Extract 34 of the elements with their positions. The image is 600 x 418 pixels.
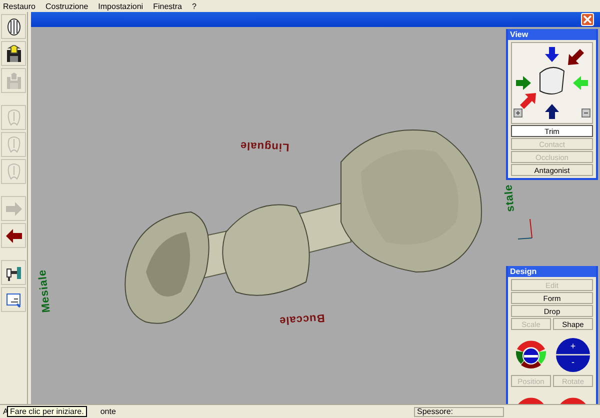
floppy-disk-icon	[6, 44, 22, 62]
floppy-disk-icon	[6, 72, 22, 90]
panel-title: Design	[508, 266, 596, 277]
menu-item[interactable]: Finestra	[153, 2, 182, 10]
tooth-icon	[6, 136, 22, 154]
toolbar-button[interactable]	[1, 287, 26, 312]
tooth-icon	[6, 162, 22, 180]
tooth-icon	[6, 108, 22, 126]
close-button[interactable]	[581, 13, 594, 26]
menu-item[interactable]: ?	[192, 2, 196, 10]
arrow-left-icon	[4, 228, 22, 242]
toolbar-button[interactable]	[1, 14, 26, 39]
close-icon	[583, 15, 592, 24]
orientation-label: Mesiale	[36, 268, 53, 314]
axes-icon	[516, 217, 534, 241]
toolbar-button[interactable]	[1, 260, 26, 285]
toolbar-button[interactable]	[1, 223, 26, 248]
status-text: onte	[100, 407, 116, 416]
document-icon	[6, 292, 22, 308]
menu-item[interactable]: Impostazioni	[98, 2, 144, 10]
teeth-icon	[6, 18, 20, 36]
thickness-field[interactable]: Spessore:	[414, 406, 504, 416]
orientation-label: stale	[502, 184, 517, 212]
arrow-right-icon	[4, 202, 22, 216]
toolbar-button[interactable]	[1, 41, 26, 66]
view-orientation-drawing[interactable]	[511, 42, 593, 124]
direction-ring-control[interactable]	[516, 340, 546, 368]
menu-item[interactable]: Costruzione	[45, 2, 88, 10]
orientation-label: Linguale	[240, 139, 290, 153]
orientation-label: Buccale	[278, 311, 326, 327]
panel-title: View	[508, 29, 596, 40]
tooltip: Fare clic per iniziare.	[7, 406, 87, 417]
menu-item[interactable]: Restauro	[3, 2, 36, 10]
plus-minus-control[interactable]: + -	[556, 338, 590, 372]
